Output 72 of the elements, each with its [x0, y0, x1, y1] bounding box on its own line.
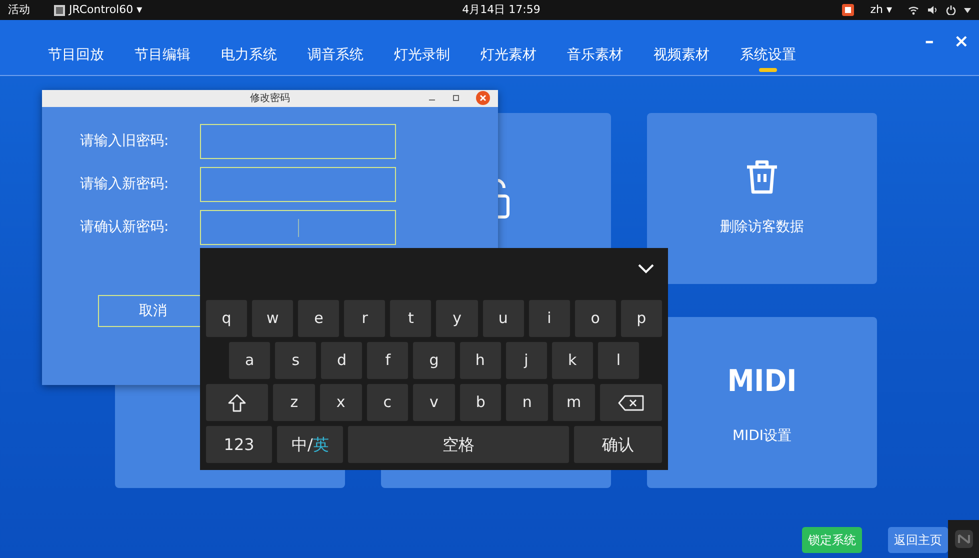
backspace-icon [618, 394, 644, 410]
activities-button[interactable]: 活动 [8, 2, 30, 18]
nav-tab[interactable]: 灯光素材 [480, 20, 538, 76]
card-label: MIDI设置 [732, 426, 792, 446]
keyboard-key[interactable]: f [367, 342, 408, 379]
nav-tab[interactable]: 节目编辑 [134, 20, 192, 76]
app-icon[interactable] [54, 4, 65, 16]
password-field[interactable] [200, 210, 396, 245]
nav-tab[interactable]: 系统设置 [739, 20, 797, 76]
maximize-icon[interactable] [452, 94, 460, 102]
settings-card[interactable]: MIDI MIDI设置 [647, 317, 877, 488]
language-menu[interactable]: zh ▾ [870, 2, 892, 18]
home-button[interactable]: 返回主页 [888, 527, 948, 553]
nav-tab[interactable]: 灯光录制 [393, 20, 451, 76]
keyboard-key[interactable]: 123 [206, 426, 272, 463]
close-button[interactable]: × [948, 28, 975, 55]
keyboard-key[interactable]: 空格 [348, 426, 569, 463]
close-icon[interactable] [476, 91, 490, 105]
password-field[interactable] [200, 167, 396, 202]
keyboard-key[interactable] [600, 384, 662, 421]
field-label: 请输入旧密码: [79, 132, 170, 151]
keyboard-key[interactable]: 中/英 [277, 426, 344, 463]
keyboard-key[interactable]: r [344, 300, 386, 337]
keyboard-key[interactable]: a [229, 342, 270, 379]
keyboard-key[interactable]: h [460, 342, 501, 379]
nav-tab[interactable]: 节目回放 [47, 20, 105, 76]
dialog-title: 修改密码 [250, 92, 290, 106]
keyboard-key[interactable]: k [552, 342, 593, 379]
keyboard-key[interactable]: e [298, 300, 340, 337]
keyboard-key[interactable]: z [273, 384, 315, 421]
keyboard-key[interactable]: 确认 [574, 426, 662, 463]
settings-card[interactable]: 删除访客数据 [647, 113, 877, 284]
card-label: 删除访客数据 [720, 218, 804, 237]
nav-tab[interactable]: 调音系统 [306, 20, 364, 76]
keyboard-key[interactable]: j [506, 342, 547, 379]
nav-tab[interactable]: 视频素材 [652, 20, 710, 76]
minimize-button[interactable]: – [918, 28, 940, 55]
keyboard-key[interactable]: l [598, 342, 639, 379]
keyboard-key[interactable]: v [413, 384, 455, 421]
keyboard-key[interactable]: x [320, 384, 362, 421]
keyboard-key[interactable]: g [413, 342, 455, 379]
keyboard-key[interactable]: y [436, 300, 478, 337]
chevron-down-icon[interactable] [638, 264, 654, 274]
keyboard-key[interactable]: p [620, 300, 662, 337]
volume-icon[interactable] [927, 5, 938, 15]
keyboard-key[interactable]: i [528, 300, 570, 337]
password-field[interactable] [200, 124, 396, 159]
keyboard-key[interactable]: d [321, 342, 362, 379]
keyboard-key[interactable]: c [366, 384, 408, 421]
keyboard-key[interactable] [206, 384, 268, 421]
keyboard-key[interactable]: q [206, 300, 248, 337]
keyboard-key[interactable]: t [390, 300, 432, 337]
app-menu[interactable]: JRControl60 ▾ [69, 2, 142, 18]
notification-icon[interactable] [842, 4, 854, 16]
wifi-icon[interactable] [908, 5, 919, 15]
keyboard-key[interactable]: u [482, 300, 524, 337]
keyboard-key[interactable]: o [574, 300, 616, 337]
keyboard-key[interactable]: b [460, 384, 502, 421]
field-label: 请输入新密码: [79, 175, 170, 194]
power-icon[interactable] [946, 5, 956, 15]
nav-tab[interactable]: 音乐素材 [566, 20, 624, 76]
field-label: 请确认新密码: [79, 218, 170, 237]
keyboard-key[interactable]: m [552, 384, 595, 421]
trash-icon [745, 159, 779, 195]
clock[interactable]: 4月14日 17:59 [462, 2, 540, 18]
keyboard-key[interactable]: w [252, 300, 294, 337]
nav-tab[interactable]: 电力系统 [220, 20, 278, 76]
midi-label: MIDI [727, 362, 797, 400]
caret-icon[interactable] [964, 8, 971, 12]
keyboard-key[interactable]: s [275, 342, 316, 379]
shift-icon [228, 394, 246, 412]
keyboard-key[interactable]: n [506, 384, 548, 421]
